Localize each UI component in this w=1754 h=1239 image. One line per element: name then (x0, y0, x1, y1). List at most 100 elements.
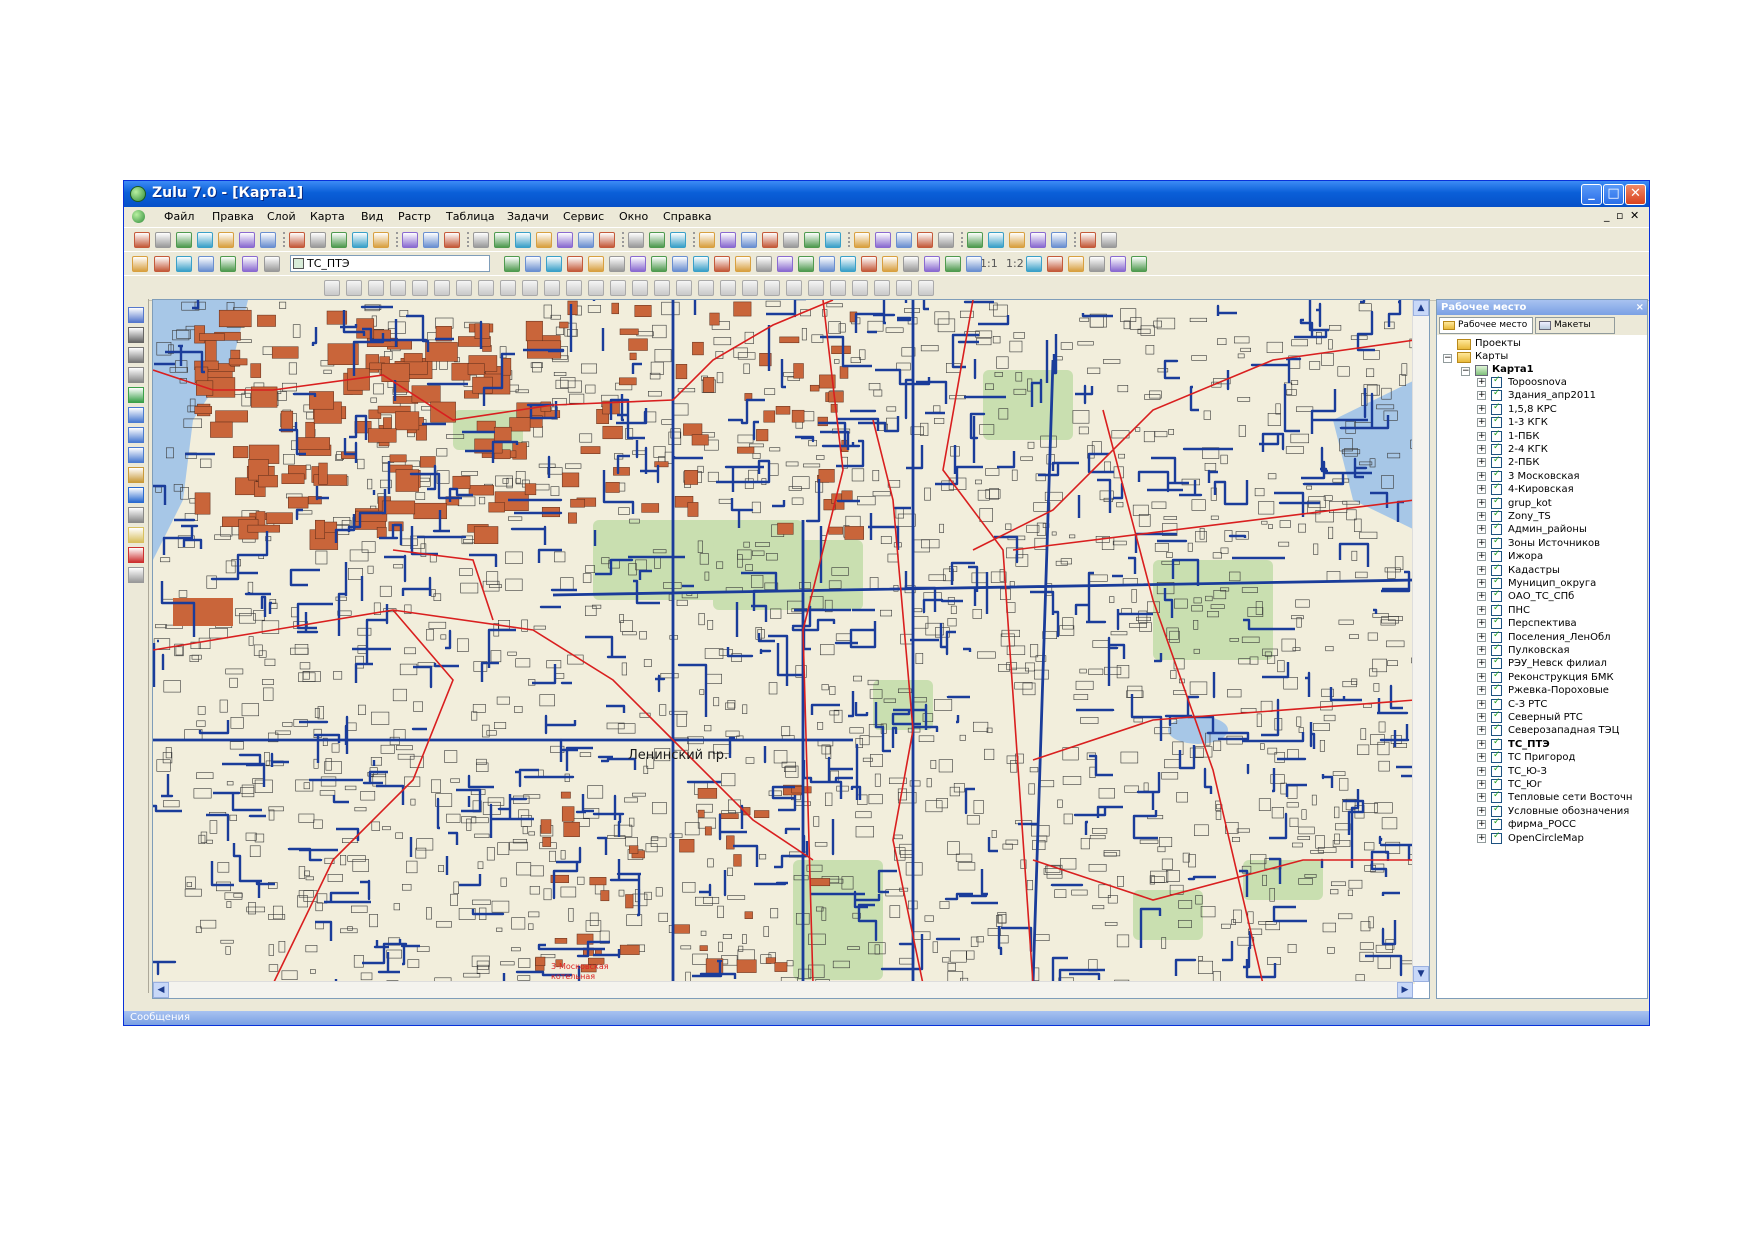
toolbar-tool-icon[interactable] (132, 256, 148, 272)
layer-expand-toggle[interactable]: + (1477, 404, 1486, 414)
maps-collapse-toggle[interactable]: − (1443, 354, 1452, 363)
toolbar-tool-icon[interactable] (1030, 232, 1046, 248)
layer-visibility-checkbox[interactable] (1491, 536, 1502, 549)
toolbar-tool-icon[interactable] (515, 232, 531, 248)
toolbar-tool-icon[interactable] (289, 232, 305, 248)
layer-expand-toggle[interactable]: + (1477, 780, 1486, 789)
toolbar-tool-icon[interactable] (546, 256, 562, 272)
layer-expand-toggle[interactable]: + (1477, 498, 1486, 508)
scroll-left-button[interactable]: ◀ (153, 982, 169, 998)
toolbar-tool-icon[interactable] (1009, 232, 1025, 248)
toolbar-tool-icon[interactable] (762, 232, 778, 248)
toolbar-tool-icon[interactable] (874, 280, 890, 296)
maximize-button[interactable]: □ (1603, 184, 1624, 205)
toolbar-tool-icon[interactable] (412, 280, 428, 296)
layer-expand-toggle[interactable]: + (1477, 632, 1486, 642)
layer-visibility-checkbox[interactable] (1491, 670, 1502, 683)
layer-visibility-checkbox[interactable] (1491, 415, 1502, 429)
toolbar-tool-icon[interactable] (494, 232, 510, 248)
layer-visibility-checkbox[interactable] (1491, 656, 1502, 670)
layer-expand-toggle[interactable]: + (1477, 766, 1486, 776)
layer-visibility-checkbox[interactable] (1491, 723, 1502, 737)
toolbar-tool-icon[interactable] (544, 280, 560, 296)
layer-expand-toggle[interactable]: + (1477, 820, 1486, 830)
toolbar-tool-icon[interactable] (840, 256, 856, 272)
toolbar-tool-icon[interactable] (693, 256, 709, 272)
layer-item[interactable]: OpenCircleMap (1508, 831, 1584, 846)
map-tool-icon[interactable] (128, 347, 144, 363)
map-tool-icon[interactable] (128, 307, 144, 323)
layer-visibility-checkbox[interactable] (1491, 764, 1502, 777)
layer-visibility-checkbox[interactable] (1491, 737, 1502, 750)
toolbar-tool-icon[interactable] (896, 232, 912, 248)
toolbar-tool-icon[interactable] (176, 256, 192, 272)
menu-table[interactable]: Таблица (446, 210, 495, 223)
toolbar-tool-icon[interactable] (346, 280, 362, 296)
layer-visibility-checkbox[interactable] (1491, 563, 1502, 576)
layer-expand-toggle[interactable]: + (1477, 686, 1486, 696)
layer-expand-toggle[interactable]: + (1477, 445, 1486, 454)
layer-visibility-checkbox[interactable] (1491, 831, 1502, 844)
layer-expand-toggle[interactable]: + (1477, 726, 1486, 736)
toolbar-tool-icon[interactable] (588, 256, 604, 272)
toolbar-tool-icon[interactable] (918, 280, 934, 296)
layer-visibility-checkbox[interactable] (1491, 630, 1502, 643)
scale-1-1-button[interactable]: 1:1 (980, 257, 998, 270)
layer-expand-toggle[interactable]: + (1477, 525, 1486, 535)
map-tool-icon[interactable] (128, 327, 144, 343)
toolbar-tool-icon[interactable] (945, 256, 961, 272)
toolbar-tool-icon[interactable] (632, 280, 648, 296)
toolbar-tool-icon[interactable] (373, 232, 389, 248)
layer-expand-toggle[interactable]: + (1477, 552, 1486, 562)
menu-tasks[interactable]: Задачи (507, 210, 549, 223)
minimize-button[interactable]: _ (1581, 184, 1602, 205)
layer-expand-toggle[interactable]: + (1477, 458, 1486, 468)
layer-expand-toggle[interactable]: + (1477, 471, 1486, 481)
layer-visibility-checkbox[interactable] (1491, 683, 1502, 697)
toolbar-tool-icon[interactable] (390, 280, 406, 296)
toolbar-tool-icon[interactable] (672, 256, 688, 272)
layer-visibility-checkbox[interactable] (1491, 697, 1502, 710)
layer-expand-toggle[interactable]: + (1477, 485, 1486, 495)
toolbar-tool-icon[interactable] (242, 256, 258, 272)
mdi-close-button[interactable]: ✕ (1630, 209, 1639, 222)
layer-visibility-checkbox[interactable] (1491, 589, 1502, 603)
layer-expand-toggle[interactable]: + (1477, 739, 1486, 749)
menu-view[interactable]: Вид (361, 210, 383, 223)
layer-expand-toggle[interactable]: + (1477, 793, 1486, 803)
toolbar-tool-icon[interactable] (456, 280, 472, 296)
toolbar-tool-icon[interactable] (798, 256, 814, 272)
layer-visibility-checkbox[interactable] (1491, 603, 1502, 616)
toolbar-tool-icon[interactable] (966, 256, 982, 272)
scale-1-2-button[interactable]: 1:2 (1006, 257, 1024, 270)
toolbar-tool-icon[interactable] (536, 232, 552, 248)
layer-visibility-checkbox[interactable] (1491, 549, 1502, 563)
toolbar-tool-icon[interactable] (670, 232, 686, 248)
toolbar-tool-icon[interactable] (917, 232, 933, 248)
layer-expand-toggle[interactable]: + (1477, 538, 1486, 548)
toolbar-tool-icon[interactable] (525, 256, 541, 272)
map-view[interactable]: Ленинский пр. 3-Московская котельная ▲ ▼… (152, 299, 1430, 999)
layer-visibility-checkbox[interactable] (1491, 509, 1502, 522)
title-bar[interactable]: Zulu 7.0 - [Карта1] _ □ ✕ (124, 181, 1649, 207)
toolbar-tool-icon[interactable] (218, 232, 234, 248)
layer-expand-toggle[interactable]: + (1477, 659, 1486, 669)
toolbar-tool-icon[interactable] (588, 280, 604, 296)
map-tool-icon[interactable] (128, 447, 144, 463)
layer-visibility-checkbox[interactable] (1491, 375, 1502, 388)
toolbar-tool-icon[interactable] (567, 256, 583, 272)
map1-collapse-toggle[interactable]: − (1461, 367, 1470, 376)
layer-expand-toggle[interactable]: + (1477, 378, 1486, 387)
menu-edit[interactable]: Правка (212, 210, 254, 223)
toolbar-tool-icon[interactable] (804, 232, 820, 248)
layer-visibility-checkbox[interactable] (1491, 482, 1502, 496)
toolbar-tool-icon[interactable] (1110, 256, 1126, 272)
toolbar-tool-icon[interactable] (741, 232, 757, 248)
toolbar-tool-icon[interactable] (609, 256, 625, 272)
map-canvas[interactable] (153, 300, 1415, 984)
toolbar-tool-icon[interactable] (742, 280, 758, 296)
layer-expand-toggle[interactable]: + (1477, 806, 1486, 816)
toolbar-tool-icon[interactable] (1068, 256, 1084, 272)
toolbar-tool-icon[interactable] (264, 256, 280, 272)
toolbar-tool-icon[interactable] (896, 280, 912, 296)
